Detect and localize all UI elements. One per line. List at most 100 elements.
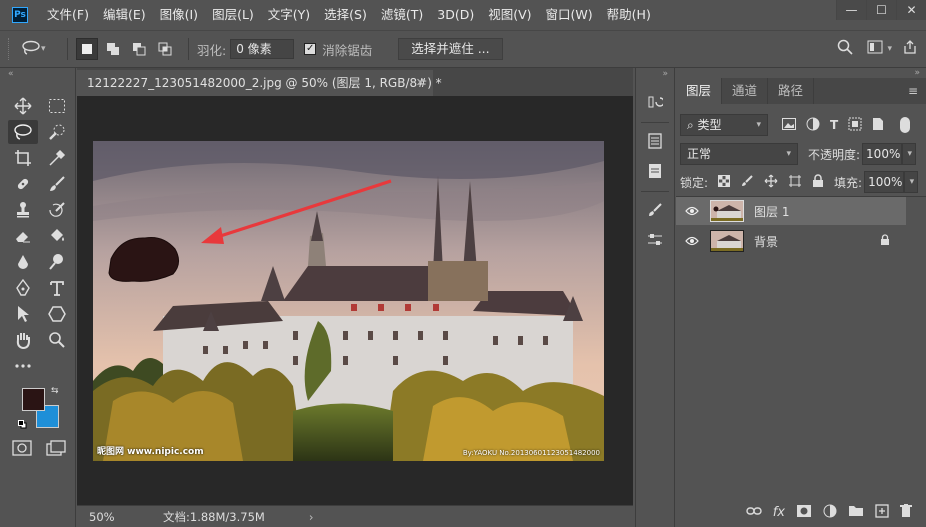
menu-image[interactable]: 图像(I) [153,0,205,30]
close-icon[interactable]: ✕ [416,70,425,96]
select-and-mask-button[interactable]: 选择并遮住 ... [398,38,503,60]
canvas-area[interactable]: 昵图网 www.nipic.com By:YAOKU No.2013060112… [77,96,633,505]
menu-3d[interactable]: 3D(D) [430,0,481,30]
workspace-icon[interactable] [867,40,883,57]
menu-view[interactable]: 视图(V) [481,0,538,30]
dodge-tool[interactable] [42,250,72,274]
zoom-level[interactable]: 50% [89,510,153,524]
menu-select[interactable]: 选择(S) [317,0,374,30]
minimize-button[interactable]: — [836,0,866,20]
share-icon[interactable] [902,39,918,58]
menu-window[interactable]: 窗口(W) [539,0,600,30]
lock-transparent-icon[interactable] [718,174,731,190]
brush-settings-icon[interactable] [640,198,670,222]
healing-brush-tool[interactable] [8,172,38,196]
tool-preset-picker[interactable]: ▾ [21,40,59,59]
path-selection-tool[interactable] [8,302,38,326]
fill-input[interactable]: 100% [864,171,905,193]
panel-icon-strip: » [635,68,675,527]
chevron-down-icon[interactable]: ▾ [887,44,892,54]
status-menu-arrow[interactable]: › [309,510,314,524]
blend-mode-dropdown[interactable]: 正常 ▾ [680,143,798,165]
new-selection-button[interactable] [76,38,98,60]
tab-channels[interactable]: 通道 [722,78,769,104]
lasso-tool[interactable] [8,120,38,144]
default-colors-icon[interactable] [18,418,27,429]
eye-icon[interactable] [682,206,702,216]
add-mask-icon[interactable] [796,504,812,521]
history-brush-tool[interactable] [42,198,72,222]
feather-input[interactable]: 0 像素 [230,39,295,59]
menu-help[interactable]: 帮助(H) [600,0,658,30]
screen-mode-icon[interactable] [46,440,66,459]
filter-toggle[interactable] [900,117,911,133]
lock-pixels-icon[interactable] [740,174,754,191]
search-icon[interactable] [837,39,854,58]
opacity-input[interactable]: 100% [862,143,903,165]
eye-icon[interactable] [682,236,702,246]
lock-position-icon[interactable] [764,174,778,191]
delete-layer-icon[interactable] [900,503,912,521]
document-image[interactable]: 昵图网 www.nipic.com By:YAOKU No.2013060112… [93,141,604,461]
lock-all-icon[interactable] [812,173,824,191]
hand-tool[interactable] [8,328,38,352]
shape-filter-icon[interactable] [848,117,862,134]
crop-tool[interactable] [8,146,38,170]
adjustments-panel-icon[interactable] [640,159,670,183]
new-layer-icon[interactable] [875,503,889,521]
menu-filter[interactable]: 滤镜(T) [374,0,430,30]
swap-colors-icon[interactable]: ⇆ [51,386,59,396]
restore-button[interactable]: ☐ [866,0,896,20]
menu-edit[interactable]: 编辑(E) [96,0,153,30]
antialias-checkbox[interactable]: ✓ [304,43,317,55]
fill-dropdown[interactable]: ▾ [904,171,919,193]
marquee-tool[interactable] [42,94,72,118]
clone-stamp-tool[interactable] [8,198,38,222]
type-tool[interactable] [42,276,72,300]
more-tools[interactable] [8,354,38,378]
intersect-selection-button[interactable] [154,38,176,60]
new-group-icon[interactable] [848,504,864,520]
menu-type[interactable]: 文字(Y) [261,0,317,30]
brush-tool[interactable] [42,172,72,196]
lock-artboard-icon[interactable] [788,174,802,191]
document-tab[interactable]: 12122227_123051482000_2.jpg @ 50% (图层 1,… [77,70,442,96]
collapse-icon[interactable]: » [636,68,674,80]
quick-mask-icon[interactable] [12,440,32,459]
properties-panel-icon[interactable] [640,129,670,153]
link-layers-icon[interactable] [746,505,762,519]
image-filter-icon[interactable] [782,117,796,133]
zoom-tool[interactable] [42,328,72,352]
eraser-tool[interactable] [8,224,38,248]
shape-tool[interactable] [42,302,72,326]
subtract-selection-button[interactable] [128,38,150,60]
panel-menu-icon[interactable]: ≡ [908,78,918,104]
eyedropper-tool[interactable] [42,146,72,170]
menu-layer[interactable]: 图层(L) [205,0,261,30]
pen-tool[interactable] [8,276,38,300]
adjustment-layer-icon[interactable] [823,504,837,521]
collapse-icon[interactable]: « [0,68,75,80]
opacity-dropdown[interactable]: ▾ [902,143,917,165]
paint-bucket-tool[interactable] [42,224,72,248]
history-panel-icon[interactable] [640,90,670,114]
layer-filter-dropdown[interactable]: ⌕ 类型 ▾ [680,114,768,136]
layer-row[interactable]: 背景 [676,227,906,255]
add-to-selection-button[interactable] [102,38,124,60]
smart-object-filter-icon[interactable] [872,117,884,134]
menu-file[interactable]: 文件(F) [40,0,96,30]
close-button[interactable]: ✕ [896,0,926,20]
tool-presets-icon[interactable] [640,228,670,252]
foreground-color-swatch[interactable] [22,388,45,411]
type-filter-icon[interactable]: T [830,118,838,132]
layer-style-icon[interactable]: fx [773,505,785,520]
blur-tool[interactable] [8,250,38,274]
tab-layers[interactable]: 图层 [676,78,723,104]
adjustment-filter-icon[interactable] [806,117,820,134]
move-tool[interactable] [8,94,38,118]
collapse-icon[interactable]: » [676,68,926,78]
tab-paths[interactable]: 路径 [768,78,815,104]
quick-selection-tool[interactable] [42,120,72,144]
layer-row[interactable]: 图层 1 [676,197,906,225]
options-grip[interactable] [8,38,11,60]
